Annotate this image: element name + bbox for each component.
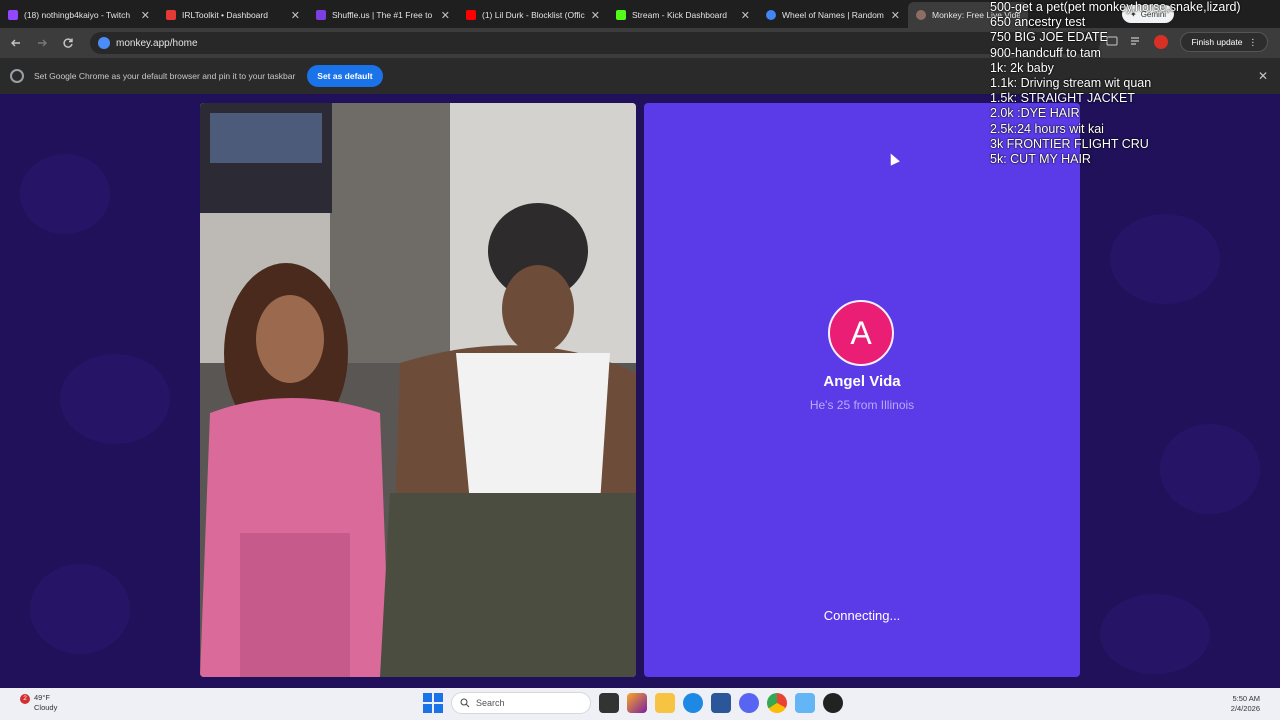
background-pattern bbox=[1100, 594, 1210, 674]
close-icon[interactable]: ✕ bbox=[591, 9, 600, 22]
peer-name: Angel Vida bbox=[823, 373, 901, 390]
close-icon[interactable]: ✕ bbox=[141, 9, 150, 22]
tab-title: IRLToolkit • Dashboard bbox=[182, 10, 268, 20]
irltoolkit-icon bbox=[166, 10, 176, 20]
infobar-message: Set Google Chrome as your default browse… bbox=[34, 71, 296, 81]
tab-shuffle[interactable]: Shuffle.us | The #1 Free to Pl ✕ bbox=[308, 2, 458, 28]
search-icon bbox=[460, 698, 470, 708]
goal-line: 500-get a pet(pet monkey,horse,snake,liz… bbox=[990, 0, 1241, 14]
tab-title: Wheel of Names | Random n bbox=[782, 10, 885, 20]
background-pattern bbox=[1160, 424, 1260, 514]
file-explorer-icon[interactable] bbox=[655, 693, 675, 713]
background-pattern bbox=[60, 354, 170, 444]
goal-line: 900-handcuff to tam bbox=[990, 45, 1101, 60]
connection-status: Connecting... bbox=[823, 608, 901, 623]
store-icon[interactable] bbox=[711, 693, 731, 713]
goal-line: 5k: CUT MY HAIR bbox=[990, 152, 1091, 167]
weather-condition: Cloudy bbox=[34, 702, 58, 712]
background-pattern bbox=[1110, 214, 1220, 304]
app-icon[interactable] bbox=[795, 693, 815, 713]
goal-line: 1k: 2k baby bbox=[990, 60, 1054, 75]
goal-line: 3k FRONTIER FLIGHT CRU bbox=[990, 136, 1149, 151]
tab-youtube[interactable]: (1) Lil Durk - Blocklist (Offici ✕ bbox=[458, 2, 608, 28]
tab-title: (1) Lil Durk - Blocklist (Offici bbox=[482, 10, 585, 20]
tab-kick[interactable]: Stream - Kick Dashboard ✕ bbox=[608, 2, 758, 28]
back-arrow-icon bbox=[11, 39, 20, 47]
tab-title: (18) nothingb4kaiyo - Twitch bbox=[24, 10, 131, 20]
goal-line: 1.5k: STRAIGHT JACKET bbox=[990, 91, 1135, 106]
close-icon[interactable]: ✕ bbox=[291, 9, 300, 22]
chrome-icon[interactable] bbox=[767, 693, 787, 713]
site-info-icon[interactable] bbox=[98, 37, 110, 49]
back-button[interactable] bbox=[4, 31, 28, 55]
edge-icon[interactable] bbox=[683, 693, 703, 713]
tab-twitch[interactable]: (18) nothingb4kaiyo - Twitch ✕ bbox=[0, 2, 158, 28]
peer-description: He's 25 from Illinois bbox=[809, 398, 915, 412]
local-video bbox=[200, 103, 636, 677]
goal-line: 750 BIG JOE EDATE bbox=[990, 30, 1108, 45]
copilot-icon[interactable] bbox=[627, 693, 647, 713]
tab-irltoolkit[interactable]: IRLToolkit • Dashboard ✕ bbox=[158, 2, 308, 28]
partner-panel: A Angel Vida He's 25 from Illinois Conne… bbox=[644, 103, 1080, 677]
monkey-icon bbox=[916, 10, 926, 20]
discord-icon[interactable] bbox=[739, 693, 759, 713]
taskbar-apps: Search bbox=[423, 692, 843, 714]
close-icon[interactable]: ✕ bbox=[891, 9, 900, 22]
notification-badge: 2 bbox=[20, 694, 30, 704]
webcam-feed bbox=[200, 103, 636, 677]
reload-icon bbox=[63, 38, 73, 48]
weather-widget[interactable]: 2 49°F Cloudy bbox=[20, 693, 57, 712]
close-icon[interactable]: ✕ bbox=[441, 9, 450, 22]
shuffle-icon bbox=[316, 10, 326, 20]
address-bar[interactable]: monkey.app/home bbox=[90, 32, 1100, 54]
url-text: monkey.app/home bbox=[116, 37, 198, 49]
clock-date: 2/4/2026 bbox=[1230, 704, 1260, 713]
obs-icon[interactable] bbox=[823, 693, 843, 713]
monkey-page: A Angel Vida He's 25 from Illinois Conne… bbox=[0, 94, 1280, 688]
tab-title: Shuffle.us | The #1 Free to Pl bbox=[332, 10, 435, 20]
goal-line: 2.0k :DYE HAIR bbox=[990, 106, 1080, 121]
close-icon[interactable]: ✕ bbox=[741, 9, 750, 22]
taskbar-search[interactable]: Search bbox=[451, 692, 591, 714]
reload-button[interactable] bbox=[56, 31, 80, 55]
goal-line: 650 ancestry test bbox=[990, 15, 1086, 30]
wheel-icon bbox=[766, 10, 776, 20]
set-as-default-button[interactable]: Set as default bbox=[307, 65, 383, 87]
task-view-icon[interactable] bbox=[599, 693, 619, 713]
twitch-icon bbox=[8, 10, 18, 20]
tab-wheel-of-names[interactable]: Wheel of Names | Random n ✕ bbox=[758, 2, 908, 28]
windows-start-icon[interactable] bbox=[423, 693, 443, 713]
stream-goals-overlay: 500-get a pet(pet monkey,horse,snake,liz… bbox=[990, 0, 1280, 167]
clock-time: 5:50 AM bbox=[1232, 694, 1260, 703]
background-pattern bbox=[20, 154, 110, 234]
goal-line: 1.1k: Driving stream wit quan bbox=[990, 76, 1152, 91]
chrome-icon bbox=[10, 69, 24, 83]
kick-icon bbox=[616, 10, 626, 20]
goal-line: 2.5k:24 hours wit kai bbox=[990, 121, 1104, 136]
search-placeholder: Search bbox=[476, 698, 505, 708]
forward-button[interactable] bbox=[30, 31, 54, 55]
windows-taskbar: 2 49°F Cloudy Search 5:50 AM 2/4/2026 bbox=[0, 688, 1280, 720]
background-pattern bbox=[30, 564, 130, 654]
forward-arrow-icon bbox=[38, 39, 47, 47]
youtube-icon bbox=[466, 10, 476, 20]
system-clock[interactable]: 5:50 AM 2/4/2026 bbox=[1231, 694, 1260, 714]
avatar: A bbox=[828, 300, 894, 366]
temperature: 49°F bbox=[34, 693, 50, 702]
tab-title: Stream - Kick Dashboard bbox=[632, 10, 727, 20]
